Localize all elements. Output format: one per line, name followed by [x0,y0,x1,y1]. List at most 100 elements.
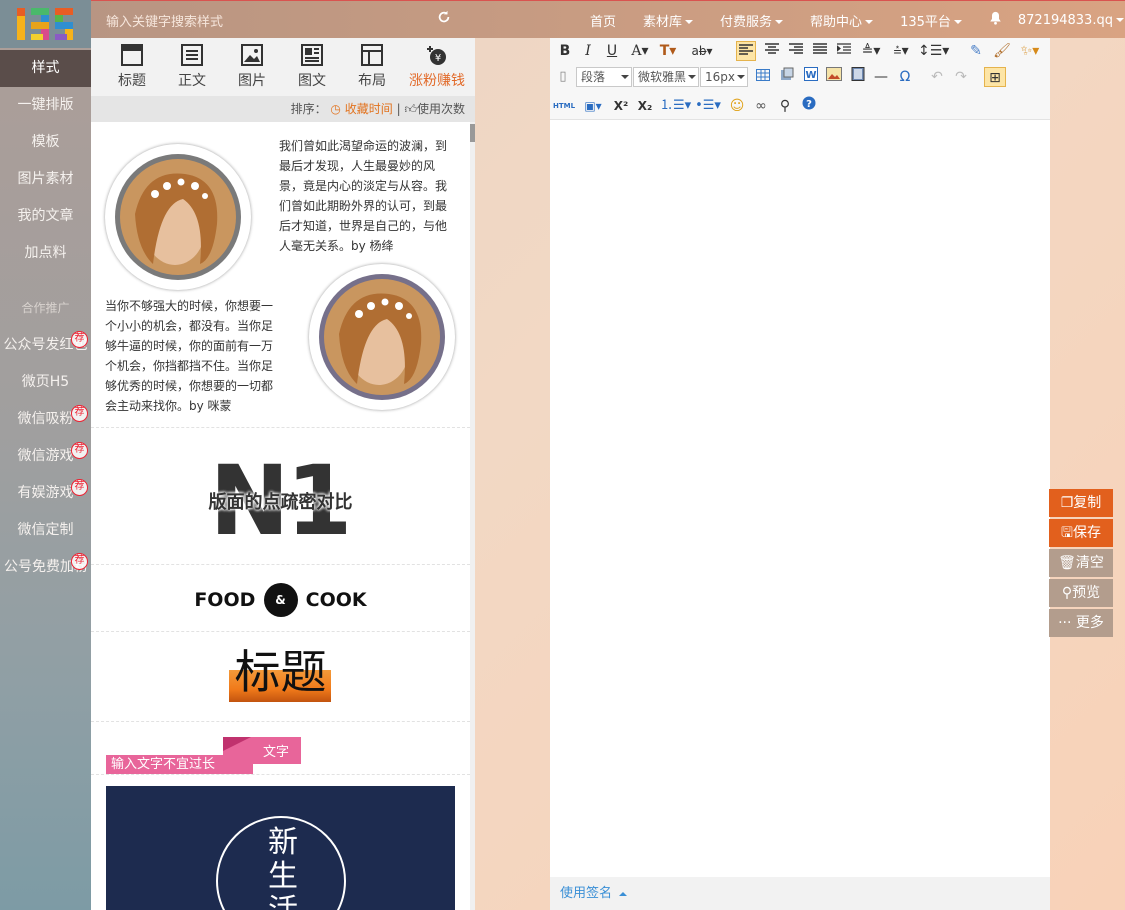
search-input[interactable]: 输入关键字搜索样式 [106,11,223,30]
scrollbar-thumb[interactable] [470,124,475,142]
paragraph-select[interactable]: 段落 [576,67,632,87]
sidebar-item-wechat-games[interactable]: 微信游戏荐 [0,438,91,475]
font-size-select[interactable]: 16px [700,67,748,87]
style-card-new-life[interactable]: 新生活 [91,786,470,910]
underline-icon[interactable]: U [604,41,620,61]
style-card-n1-title[interactable]: N1 版面的点疏密对比 [91,428,470,565]
sidebar-item-free-fans[interactable]: 公号免费加粉荐 [0,549,91,586]
word-import-icon[interactable]: W [802,67,820,87]
style-card-title-highlight[interactable]: 标题 [91,632,470,722]
link-icon[interactable]: ∞ [752,96,770,116]
sidebar-item-extras[interactable]: 加点料 [0,235,91,272]
chevron-down-icon [1115,18,1124,22]
signature-toggle[interactable]: 使用签名 [550,877,1050,910]
horizontal-rule-icon[interactable]: — [872,67,890,87]
tab-image-text[interactable]: 图文 [282,44,342,90]
nav-home[interactable]: 首页 [590,11,616,30]
nav-paid-services[interactable]: 付费服务 [720,11,784,30]
user-menu[interactable]: 872194833.qq [1018,13,1124,28]
more-button[interactable]: ··· 更多 [1049,609,1113,637]
line-height-icon[interactable]: ≜▾ [858,41,884,61]
table-icon[interactable] [754,67,772,87]
insert-image-icon[interactable] [825,67,843,87]
portrait-photo [309,264,455,410]
promo-label: 微信游戏 [17,448,74,464]
ordered-list-icon[interactable]: ⒈☰▾ [660,96,691,116]
sidebar-item-fans[interactable]: 微信吸粉荐 [0,401,91,438]
preview-button[interactable]: ⚲预览 [1049,579,1113,607]
superscript-icon[interactable]: X² [612,96,630,116]
fullscreen-icon[interactable]: ⊞ [984,67,1006,87]
scrollbar[interactable] [470,122,475,910]
tab-image[interactable]: 图片 [222,44,282,90]
align-left-icon[interactable] [736,41,756,61]
sort-by-usage[interactable]: 👍︎使用次数 [404,102,465,116]
portrait-image [319,274,445,400]
tab-title[interactable]: 标题 [102,44,162,90]
redo-icon[interactable]: ↷ [952,67,970,87]
sidebar-item-red-packet[interactable]: 公众号发红包荐 [0,327,91,364]
nav-platform[interactable]: 135平台 [900,11,962,30]
bold-icon[interactable]: B [557,41,573,61]
font-color-icon[interactable]: A▾ [628,41,652,61]
insert-media-icon[interactable]: ▣▾ [580,96,606,116]
eraser-icon[interactable]: ✎ [966,41,986,61]
sidebar-item-h5[interactable]: 微页H5 [0,364,91,401]
tab-earn-money[interactable]: ¥ 涨粉赚钱 [402,44,472,90]
style-card-food-cook[interactable]: FOOD & COOK [91,565,470,632]
sort-by-favorites[interactable]: ◷ 收藏时间 [330,102,392,116]
highlight-color-icon[interactable]: T▾ [654,41,682,61]
copy-button[interactable]: ❐复制 [1049,489,1113,517]
justify-icon[interactable] [810,41,830,61]
new-document-icon[interactable]: ▯ [555,67,571,87]
tab-label: 正文 [178,73,206,89]
nav-help-center[interactable]: 帮助中心 [810,11,874,30]
unordered-list-icon[interactable]: •☰▾ [694,96,722,116]
style-card-pink-label[interactable]: 文字 输入文字不宜过长 [91,722,470,775]
save-button[interactable]: 🖫︎保存 [1049,519,1113,547]
pink-banner: 输入文字不宜过长 [106,755,253,774]
style-card-quote-photos[interactable]: 我们曾如此渴望命运的波澜，到最后才发现，人生最曼妙的风景，竟是内心的淡定与从容。… [91,122,470,428]
special-char-icon[interactable]: Ω [896,67,914,87]
sidebar-item-styles[interactable]: 样式 [0,50,91,87]
emoji-icon[interactable]: ☺ [728,96,746,116]
undo-icon[interactable]: ↶ [928,67,946,87]
font-family-select[interactable]: 微软雅黑 [633,67,699,87]
tab-body-text[interactable]: 正文 [162,44,222,90]
logo[interactable] [0,0,91,48]
food-text: FOOD [194,589,256,611]
align-center-icon[interactable] [762,41,782,61]
sidebar-item-one-click-layout[interactable]: 一键排版 [0,87,91,124]
clear-button[interactable]: 🗑︎清空 [1049,549,1113,577]
format-brush-icon[interactable]: 🖌︎ [992,41,1012,61]
nav-materials-label: 素材库 [643,14,683,30]
insert-video-icon[interactable] [849,67,867,87]
refresh-icon[interactable] [437,10,451,28]
editor-content-area[interactable] [550,120,1050,877]
bell-icon[interactable] [989,11,1002,29]
subscript-icon[interactable]: X₂ [636,96,654,116]
save-icon: 🖫︎ [1061,525,1073,541]
help-icon[interactable]: ? [800,96,818,116]
find-replace-icon[interactable]: ⚲ [776,96,794,116]
nav-paid-label: 付费服务 [720,14,773,30]
sidebar-item-youyu-games[interactable]: 有娱游戏荐 [0,475,91,512]
letter-spacing-icon[interactable]: ↕☰▾ [918,41,949,61]
indent-icon[interactable] [834,41,854,61]
sidebar-item-customization[interactable]: 微信定制 [0,512,91,549]
italic-icon[interactable]: I [581,41,595,61]
image-icon [241,44,263,66]
strikethrough-icon[interactable]: ab̶▾ [684,41,720,61]
sidebar-item-templates[interactable]: 模板 [0,124,91,161]
align-right-icon[interactable] [786,41,806,61]
import-icon[interactable] [778,67,796,87]
magic-wand-icon[interactable]: ✨︎▾ [1016,41,1044,61]
tab-layout[interactable]: 布局 [342,44,402,90]
paragraph-spacing-icon[interactable]: ⩮▾ [888,41,914,61]
html-source-button[interactable]: HTML [552,96,576,116]
nav-materials[interactable]: 素材库 [643,11,694,30]
sidebar-item-image-materials[interactable]: 图片素材 [0,161,91,198]
portrait-photo [105,144,251,290]
sidebar: 样式 一键排版 模板 图片素材 我的文章 加点料 合作推广 公众号发红包荐 微页… [0,38,91,910]
sidebar-item-my-articles[interactable]: 我的文章 [0,198,91,235]
